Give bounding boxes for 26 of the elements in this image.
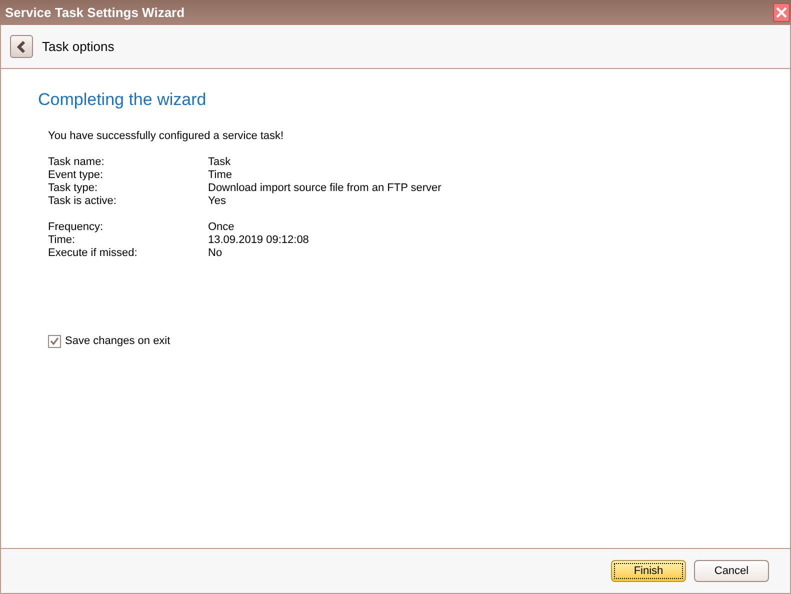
- summary-value: Once: [208, 221, 234, 234]
- cancel-button[interactable]: Cancel: [694, 560, 769, 582]
- summary-value: Download import source file from an FTP server: [208, 182, 442, 195]
- page-heading: Completing the wizard: [38, 89, 208, 111]
- save-checkbox[interactable]: [48, 334, 61, 348]
- finish-button[interactable]: Finish: [611, 560, 686, 582]
- summary-label: Time:: [48, 234, 76, 247]
- summary-label: Execute if missed:: [48, 247, 138, 260]
- success-message: You have successfully configured a service task!: [48, 130, 285, 143]
- summary-value: No: [208, 247, 222, 260]
- close-icon: [776, 7, 787, 18]
- summary-label: Task is active:: [48, 195, 118, 208]
- close-button[interactable]: [773, 3, 790, 22]
- summary-label: Task name:: [48, 156, 106, 169]
- summary-value: 13.09.2019 09:12:08: [208, 234, 309, 247]
- summary-value: Time: [208, 169, 232, 182]
- summary-label: Event type:: [48, 169, 104, 182]
- chevron-left-icon: [17, 40, 26, 52]
- checkbox-label: Save changes on exit: [65, 334, 170, 349]
- summary-value: Task: [208, 156, 231, 169]
- window-title: Service Task Settings Wizard: [5, 4, 185, 22]
- back-button[interactable]: [10, 35, 33, 58]
- summary-label: Task type:: [48, 182, 99, 195]
- summary-value: Yes: [208, 195, 226, 208]
- summary-label: Frequency:: [48, 221, 104, 234]
- header-title: Task options: [42, 38, 114, 56]
